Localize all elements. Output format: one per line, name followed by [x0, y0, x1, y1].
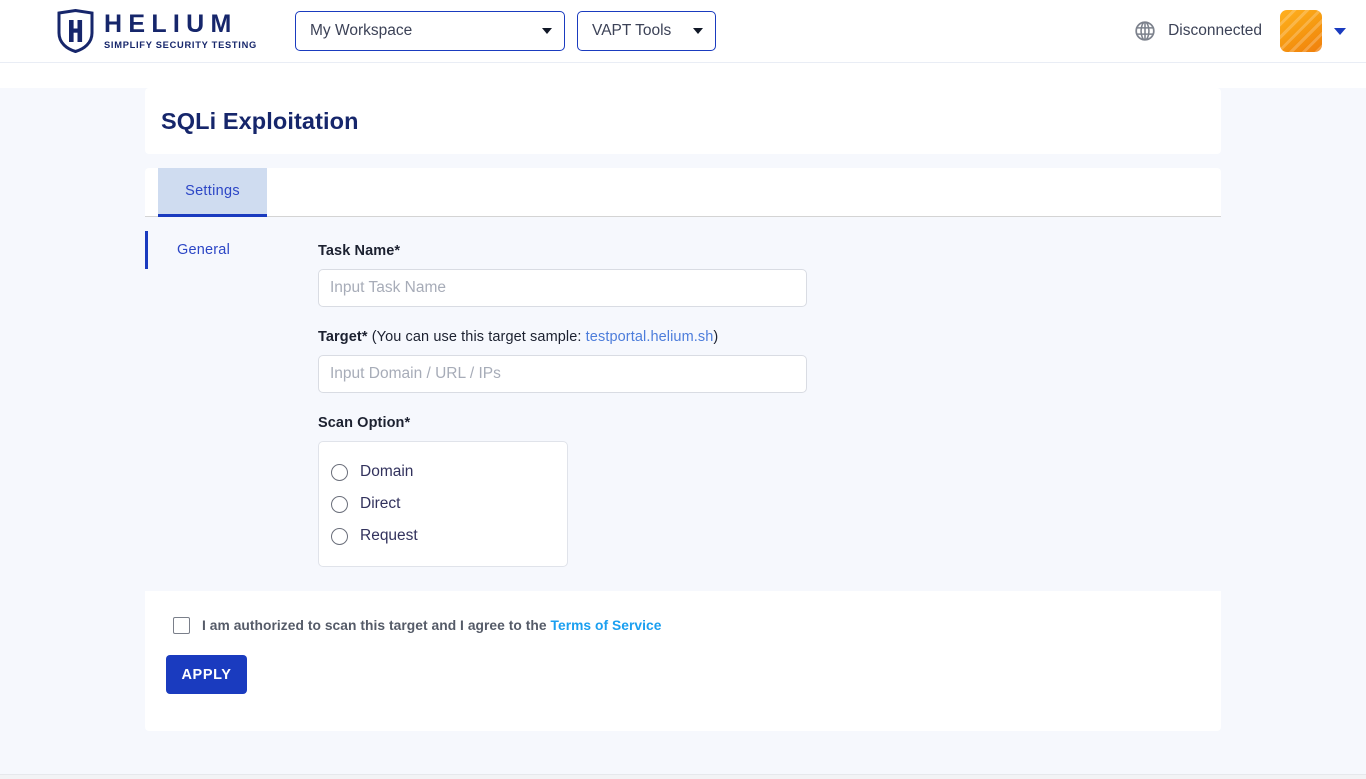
radio-option-domain-label: Domain — [360, 463, 414, 480]
radio-option-direct-label: Direct — [360, 495, 401, 512]
tab-settings-label: Settings — [185, 183, 240, 199]
general-settings-form: Task Name* Target* (You can use this tar… — [306, 217, 1221, 591]
authorization-text-body: I am authorized to scan this target and … — [202, 618, 551, 633]
radio-icon — [331, 463, 348, 481]
target-field-group: Target* (You can use this target sample:… — [318, 329, 1221, 393]
target-label-bold: Target* — [318, 329, 368, 345]
top-header-bar: HELIUM SIMPLIFY SECURITY TESTING My Work… — [0, 0, 1366, 63]
page-title-card: SQLi Exploitation — [145, 88, 1221, 154]
target-sample-link[interactable]: testportal.helium.sh — [586, 329, 714, 345]
workspace-selector-value: My Workspace — [310, 22, 413, 39]
globe-icon[interactable] — [1134, 20, 1156, 42]
chevron-down-icon[interactable] — [1334, 27, 1346, 35]
scan-option-radio-group: Domain Direct Request — [318, 441, 568, 567]
settings-side-nav: General — [145, 217, 306, 591]
workspace-selector[interactable]: My Workspace — [295, 11, 565, 51]
tab-bar: Settings — [145, 168, 1221, 217]
radio-option-request-label: Request — [360, 527, 418, 544]
brand-logo[interactable]: HELIUM SIMPLIFY SECURITY TESTING — [56, 9, 257, 53]
target-label-suffix: ) — [713, 329, 719, 345]
page-body: SQLi Exploitation Settings General Task … — [0, 88, 1366, 779]
apply-button[interactable]: APPLY — [166, 655, 247, 694]
shield-h-icon — [57, 9, 94, 53]
task-name-label: Task Name* — [318, 243, 401, 259]
authorization-text: I am authorized to scan this target and … — [202, 618, 662, 633]
brand-tagline: SIMPLIFY SECURITY TESTING — [104, 39, 257, 50]
header-right-controls: Disconnected — [1134, 10, 1346, 52]
vapt-tools-selector[interactable]: VAPT Tools — [577, 11, 717, 51]
settings-content: General Task Name* Target* (You can use … — [145, 217, 1221, 591]
target-input[interactable] — [318, 355, 807, 393]
scan-option-field-group: Scan Option* Domain Direct Request — [318, 415, 1221, 567]
radio-icon — [331, 495, 348, 513]
task-name-field-group: Task Name* — [318, 243, 1221, 307]
settings-card: Settings General Task Name* Target* (You… — [145, 168, 1221, 731]
vapt-tools-selector-value: VAPT Tools — [592, 22, 672, 39]
connection-status: Disconnected — [1168, 22, 1262, 39]
page-footer: © 2023 Helium Security — [0, 774, 1366, 779]
target-label: Target* (You can use this target sample:… — [318, 329, 1221, 345]
radio-option-domain[interactable]: Domain — [319, 456, 567, 488]
chevron-down-icon — [693, 28, 704, 34]
authorization-agreement-row: I am authorized to scan this target and … — [166, 617, 1221, 634]
terms-of-service-link[interactable]: Terms of Service — [551, 618, 662, 633]
target-label-prefix: (You can use this target sample: — [367, 329, 586, 345]
tab-settings[interactable]: Settings — [158, 168, 267, 217]
avatar[interactable] — [1280, 10, 1322, 52]
chevron-down-icon — [542, 28, 552, 34]
authorization-checkbox[interactable] — [173, 617, 190, 634]
brand-name: HELIUM — [104, 9, 238, 38]
page-title: SQLi Exploitation — [161, 107, 359, 134]
task-name-input[interactable] — [318, 269, 807, 307]
radio-option-request[interactable]: Request — [319, 520, 567, 552]
side-nav-item-general-label: General — [177, 242, 230, 258]
form-actions: I am authorized to scan this target and … — [145, 591, 1221, 694]
radio-option-direct[interactable]: Direct — [319, 488, 567, 520]
radio-icon — [331, 527, 348, 545]
side-nav-item-general[interactable]: General — [145, 231, 306, 269]
scan-option-label: Scan Option* — [318, 415, 411, 431]
